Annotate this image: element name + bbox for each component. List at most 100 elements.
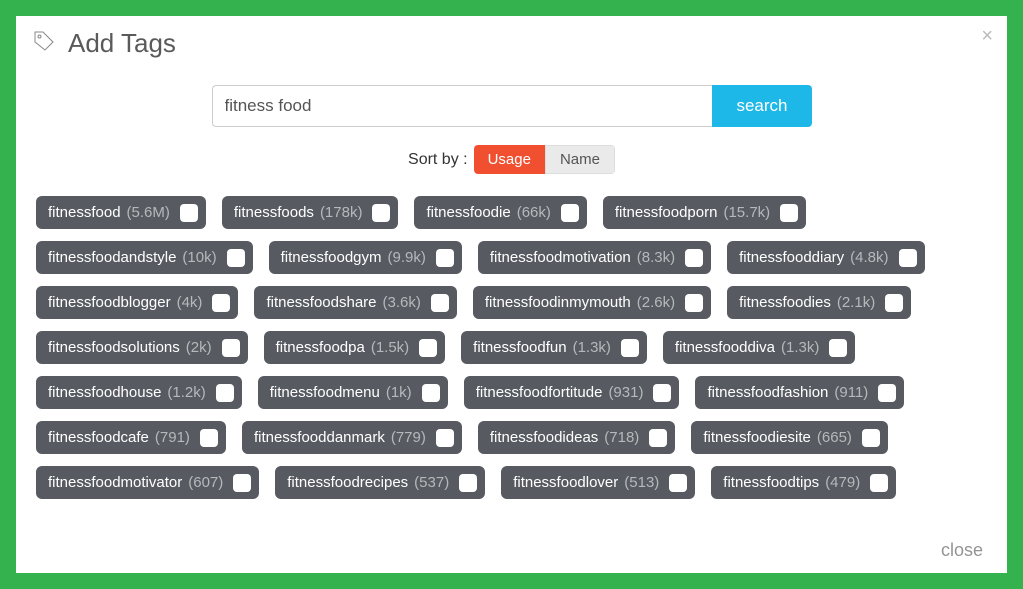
tag-checkbox[interactable] [222,339,240,357]
tag-checkbox[interactable] [372,204,390,222]
tag-checkbox[interactable] [233,474,251,492]
tag-count: (513) [624,472,659,493]
modal-header: Add Tags [16,16,1007,69]
tag-pill[interactable]: fitnessfoodporn (15.7k) [603,196,806,229]
tag-count: (779) [391,427,426,448]
tag-pill[interactable]: fitnessfoodpa (1.5k) [264,331,446,364]
tag-checkbox[interactable] [862,429,880,447]
tag-name: fitnessfoodfun [473,337,566,358]
search-row: search [28,85,995,127]
tag-pill[interactable]: fitnessfoodmotivation (8.3k) [478,241,711,274]
tag-pill[interactable]: fitnessfoodrecipes (537) [275,466,485,499]
tag-checkbox[interactable] [621,339,639,357]
tag-checkbox[interactable] [436,429,454,447]
sort-group: Usage Name [474,145,615,174]
tag-name: fitnessfoodcafe [48,427,149,448]
tag-pill[interactable]: fitnessfoodsolutions (2k) [36,331,248,364]
tag-count: (2k) [186,337,212,358]
tag-checkbox[interactable] [780,204,798,222]
tag-checkbox[interactable] [653,384,671,402]
tag-checkbox[interactable] [459,474,477,492]
tag-checkbox[interactable] [180,204,198,222]
tag-checkbox[interactable] [685,249,703,267]
tag-name: fitnessfoodshare [266,292,376,313]
tag-checkbox[interactable] [216,384,234,402]
tag-count: (1k) [386,382,412,403]
tag-checkbox[interactable] [227,249,245,267]
tag-checkbox[interactable] [669,474,687,492]
tag-pill[interactable]: fitnessfooddiva (1.3k) [663,331,855,364]
tag-pill[interactable]: fitnessfoodgym (9.9k) [269,241,462,274]
tag-checkbox[interactable] [200,429,218,447]
tag-checkbox[interactable] [870,474,888,492]
tag-checkbox[interactable] [685,294,703,312]
tag-count: (3.6k) [383,292,421,313]
add-tags-modal: Add Tags × search Sort by : Usage Name f… [16,16,1007,573]
tag-checkbox[interactable] [419,339,437,357]
tag-count: (1.3k) [573,337,611,358]
tag-pill[interactable]: fitnessfoodmotivator (607) [36,466,259,499]
tag-count: (2.1k) [837,292,875,313]
tag-pill[interactable]: fitnessfoodtips (479) [711,466,896,499]
tag-checkbox[interactable] [212,294,230,312]
tag-grid: fitnessfood (5.6M) fitnessfoods (178k) fit… [28,196,995,515]
tag-checkbox[interactable] [878,384,896,402]
tag-name: fitnessfoodmotivation [490,247,631,268]
tag-pill[interactable]: fitnessfooddanmark (779) [242,421,462,454]
tag-name: fitnessfoodporn [615,202,718,223]
tag-pill[interactable]: fitnessfoodinmymouth (2.6k) [473,286,711,319]
sort-name-button[interactable]: Name [545,145,615,174]
tag-checkbox[interactable] [431,294,449,312]
tag-checkbox[interactable] [436,249,454,267]
modal-footer: close [16,524,1007,573]
tag-pill[interactable]: fitnessfoodlover (513) [501,466,695,499]
sort-usage-button[interactable]: Usage [474,145,545,174]
tag-name: fitnessfoodpa [276,337,365,358]
tag-count: (665) [817,427,852,448]
tag-name: fitnessfoodies [739,292,831,313]
tag-checkbox[interactable] [829,339,847,357]
sort-label: Sort by : [408,151,468,169]
tag-pill[interactable]: fitnessfoodfashion (911) [695,376,904,409]
tag-name: fitnessfoodmenu [270,382,380,403]
tag-pill[interactable]: fitnessfoodideas (718) [478,421,675,454]
tag-pill[interactable]: fitnessfoodcafe (791) [36,421,226,454]
tag-count: (931) [608,382,643,403]
tag-name: fitnessfoodgym [281,247,382,268]
tag-pill[interactable]: fitnessfoodblogger (4k) [36,286,238,319]
modal-body[interactable]: search Sort by : Usage Name fitnessfood … [16,69,1007,524]
tag-name: fitnessfood [48,202,121,223]
tag-pill[interactable]: fitnessfoodshare (3.6k) [254,286,456,319]
search-button[interactable]: search [712,85,811,127]
tag-name: fitnessfooddiary [739,247,844,268]
modal-title: Add Tags [68,28,176,59]
tag-count: (8.3k) [637,247,675,268]
tag-pill[interactable]: fitnessfoodmenu (1k) [258,376,448,409]
close-button[interactable]: close [941,540,983,561]
tag-name: fitnessfoodandstyle [48,247,176,268]
tag-pill[interactable]: fitnessfoodies (2.1k) [727,286,911,319]
tag-name: fitnessfoodinmymouth [485,292,631,313]
tag-count: (178k) [320,202,363,223]
tag-count: (4k) [177,292,203,313]
tag-name: fitnessfoodsolutions [48,337,180,358]
close-icon[interactable]: × [981,26,993,46]
tag-pill[interactable]: fitnessfood (5.6M) [36,196,206,229]
tag-pill[interactable]: fitnessfoodandstyle (10k) [36,241,253,274]
tag-checkbox[interactable] [561,204,579,222]
tag-checkbox[interactable] [885,294,903,312]
tag-pill[interactable]: fitnessfoodfortitude (931) [464,376,680,409]
search-box: search [212,85,812,127]
tag-pill[interactable]: fitnessfoodfun (1.3k) [461,331,647,364]
tag-checkbox[interactable] [649,429,667,447]
tag-pill[interactable]: fitnessfoodie (66k) [414,196,586,229]
tag-pill[interactable]: fitnessfoodhouse (1.2k) [36,376,242,409]
tag-name: fitnessfoodmotivator [48,472,182,493]
tag-pill[interactable]: fitnessfoods (178k) [222,196,399,229]
tag-checkbox[interactable] [899,249,917,267]
search-input[interactable] [212,85,713,127]
tag-count: (5.6M) [127,202,170,223]
tag-checkbox[interactable] [422,384,440,402]
tag-pill[interactable]: fitnessfoodiesite (665) [691,421,888,454]
tag-pill[interactable]: fitnessfooddiary (4.8k) [727,241,924,274]
